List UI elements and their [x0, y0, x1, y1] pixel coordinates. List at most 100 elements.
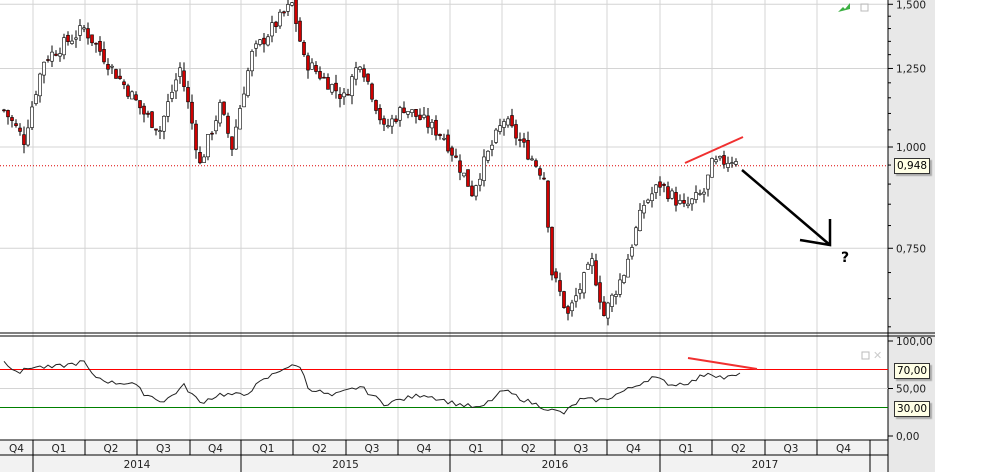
candle-body: [382, 118, 386, 125]
candle-body: [410, 109, 414, 113]
candle-body: [62, 37, 66, 56]
candle-body: [678, 200, 682, 204]
candle-body: [598, 282, 602, 303]
candle-body: [674, 192, 678, 206]
candle-body: [250, 51, 254, 72]
candle-body: [202, 156, 206, 163]
candle-body: [234, 126, 238, 150]
candle-body: [326, 77, 330, 90]
candle-body: [578, 289, 582, 294]
candle-body: [330, 84, 334, 93]
candle-body: [474, 185, 478, 197]
candle-body: [102, 49, 106, 63]
candle-body: [158, 130, 162, 132]
candle-body: [242, 93, 246, 108]
candle-body: [702, 191, 706, 195]
candle-body: [634, 227, 638, 246]
candle-body: [166, 101, 170, 117]
candle-body: [58, 53, 62, 57]
candle-body: [334, 82, 338, 92]
candle-body: [178, 67, 182, 77]
year-label: 2014: [124, 459, 151, 471]
candle-body: [670, 190, 674, 199]
candle-body: [310, 62, 314, 70]
candle-body: [170, 92, 174, 99]
candle-body: [550, 226, 554, 276]
candle-body: [466, 169, 470, 187]
candle-body: [482, 156, 486, 181]
candle-body: [610, 294, 614, 307]
candle-body: [354, 67, 358, 80]
quarter-label: Q3: [784, 443, 799, 455]
quarter-label: Q1: [260, 443, 275, 455]
candle-body: [626, 258, 630, 278]
candle-body: [478, 178, 482, 186]
candle-body: [218, 102, 222, 124]
candle-body: [278, 11, 282, 27]
candle-body: [486, 150, 490, 161]
price-chart[interactable]: 1,500 1,250 1,000 0,750? 100,00 50,00 0,00 ✕ Q4 Q…: [0, 0, 990, 472]
candle-body: [366, 73, 370, 82]
candle-body: [222, 101, 226, 115]
rsi-oversold-tag: 30,00: [894, 401, 931, 417]
divergence-line-rsi: [687, 357, 758, 370]
candle-body: [662, 183, 666, 186]
candle-body: [70, 40, 74, 44]
quarter-label: Q4: [208, 443, 223, 455]
candle-body: [2, 109, 6, 112]
candle-body: [14, 123, 18, 126]
candle-body: [54, 53, 58, 56]
candle-body: [414, 109, 418, 117]
candle-body: [554, 271, 558, 279]
candle-body: [502, 121, 506, 128]
candle-body: [530, 158, 534, 161]
candle-body: [302, 41, 306, 55]
candle-body: [46, 59, 50, 61]
candle-body: [434, 119, 438, 136]
candle-body: [182, 70, 186, 87]
candle-body: [574, 295, 578, 302]
candle-body: [446, 134, 450, 152]
candle-body: [562, 291, 566, 308]
candle-body: [390, 118, 394, 127]
candle-body: [698, 193, 702, 195]
candle-body: [438, 133, 442, 137]
quarter-label: Q4: [417, 443, 432, 455]
quarter-label: Q4: [9, 443, 24, 455]
year-label: 2016: [542, 459, 569, 471]
candle-body: [270, 22, 274, 37]
candle-body: [686, 203, 690, 206]
candle-body: [614, 294, 618, 297]
candle-body: [174, 79, 178, 92]
candle-body: [630, 247, 634, 257]
candle-body: [130, 91, 134, 100]
candle-body: [194, 123, 198, 151]
candle-body: [314, 65, 318, 72]
candle-body: [78, 25, 82, 36]
candle-body: [94, 42, 98, 45]
candle-body: [682, 200, 686, 204]
candle-body: [262, 37, 266, 45]
candle-body: [406, 111, 410, 115]
candle-body: [518, 139, 522, 141]
candle-body: [582, 272, 586, 294]
rsi-tick-label: 50,00: [896, 384, 926, 396]
candle-body: [6, 110, 10, 118]
candle-body: [506, 118, 510, 126]
candle-body: [22, 134, 26, 145]
candle-body: [450, 147, 454, 156]
candle-body: [522, 138, 526, 143]
quarter-label: Q3: [156, 443, 171, 455]
candle-body: [122, 81, 126, 86]
candle-body: [454, 155, 458, 158]
candle-body: [622, 275, 626, 283]
candle-body: [66, 34, 70, 43]
candle-body: [422, 114, 426, 118]
candle-body: [694, 192, 698, 200]
candle-body: [642, 205, 646, 214]
candle-body: [570, 302, 574, 312]
candle-body: [214, 120, 218, 132]
price-tick-label: 1,250: [896, 63, 926, 75]
candle-body: [542, 177, 546, 180]
quarter-label: Q1: [469, 443, 484, 455]
